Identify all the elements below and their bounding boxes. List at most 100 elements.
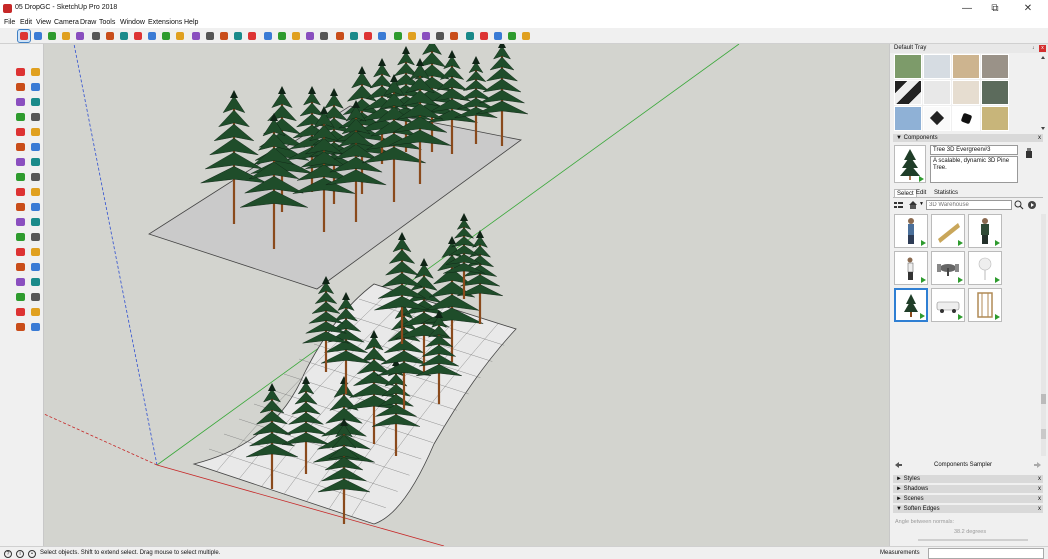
styles-panel-header[interactable]: ► Styles x: [893, 475, 1043, 483]
line-icon[interactable]: [14, 96, 27, 108]
material-swatch[interactable]: [923, 106, 951, 131]
position-camera-icon[interactable]: [14, 306, 27, 318]
sampler-eyedropper-icon[interactable]: [894, 461, 903, 470]
rotated-rectangle-icon[interactable]: [29, 111, 42, 123]
right-view-icon[interactable]: [492, 30, 504, 42]
pan-icon[interactable]: [262, 30, 274, 42]
details-arrow-icon[interactable]: [1027, 200, 1037, 210]
arc-icon[interactable]: [14, 141, 27, 153]
measurements-input[interactable]: [928, 548, 1044, 559]
follow-me-icon[interactable]: [29, 186, 42, 198]
material-swatch[interactable]: [894, 54, 922, 79]
component-cell[interactable]: [894, 214, 928, 248]
zoom-extents-icon[interactable]: [14, 291, 27, 303]
menu-help[interactable]: Help: [184, 18, 198, 28]
credits-icon[interactable]: i: [16, 550, 24, 558]
rotate-icon[interactable]: [14, 186, 27, 198]
search-icon[interactable]: [1014, 200, 1024, 210]
x-ray-icon[interactable]: [348, 30, 360, 42]
scene-canvas[interactable]: [44, 44, 889, 546]
select-icon[interactable]: [14, 66, 27, 78]
components-close-icon[interactable]: x: [1038, 134, 1041, 142]
menu-window[interactable]: Window: [120, 18, 145, 28]
previous-view-icon[interactable]: [318, 30, 330, 42]
zoom-icon[interactable]: [14, 276, 27, 288]
soften-edges-close-icon[interactable]: x: [1038, 505, 1041, 513]
polygon-icon[interactable]: [29, 126, 42, 138]
front-view-icon[interactable]: [478, 30, 490, 42]
scale-icon[interactable]: [14, 201, 27, 213]
eraser-icon[interactable]: [32, 30, 44, 42]
axes-icon[interactable]: [14, 246, 27, 258]
dimension-icon[interactable]: [218, 30, 230, 42]
move-icon[interactable]: [90, 30, 102, 42]
text-icon[interactable]: [29, 231, 42, 243]
component-cell[interactable]: [968, 214, 1002, 248]
material-swatch[interactable]: [981, 106, 1009, 131]
previous-icon[interactable]: [29, 291, 42, 303]
circle-icon[interactable]: [14, 126, 27, 138]
eraser-icon[interactable]: [29, 66, 42, 78]
look-around-icon[interactable]: [29, 306, 42, 318]
close-window-button[interactable]: ✕: [1016, 1, 1040, 16]
menu-view[interactable]: View: [36, 18, 51, 28]
pencil-icon[interactable]: [46, 30, 58, 42]
offset-icon[interactable]: [29, 201, 42, 213]
shapes-icon[interactable]: [60, 30, 72, 42]
push-pull-icon[interactable]: [74, 30, 86, 42]
material-swatch[interactable]: [952, 54, 980, 79]
soften-edges-panel-header[interactable]: ▼ Soften Edges x: [893, 505, 1043, 513]
material-swatch[interactable]: [894, 106, 922, 131]
tray-pin-icon[interactable]: ↓: [1032, 45, 1038, 52]
walk-icon[interactable]: [14, 321, 27, 333]
scale-icon[interactable]: [118, 30, 130, 42]
offset-icon[interactable]: [132, 30, 144, 42]
material-swatch[interactable]: [952, 106, 980, 131]
menu-tools[interactable]: Tools: [99, 18, 115, 28]
freehand-icon[interactable]: [29, 96, 42, 108]
home-icon[interactable]: [908, 200, 918, 210]
zoom-window-icon[interactable]: [304, 30, 316, 42]
component-cell[interactable]: [931, 288, 965, 322]
scroll-thumb[interactable]: [1041, 429, 1046, 439]
shadows-close-icon[interactable]: x: [1038, 485, 1041, 493]
top-view-icon[interactable]: [464, 30, 476, 42]
tape-measure-icon[interactable]: [14, 216, 27, 228]
shadows-panel-header[interactable]: ► Shadows x: [893, 485, 1043, 493]
maximize-button[interactable]: ⧉: [983, 1, 1007, 16]
two-point-arc-icon[interactable]: [29, 156, 42, 168]
rectangle-icon[interactable]: [14, 111, 27, 123]
material-swatch[interactable]: [981, 54, 1009, 79]
pan-icon[interactable]: [29, 261, 42, 273]
component-description-field[interactable]: A scalable, dynamic 3D Pine Tree.: [930, 156, 1018, 183]
scenes-panel-header[interactable]: ► Scenes x: [893, 495, 1043, 503]
component-browser-scrollbar[interactable]: [1041, 214, 1046, 456]
lasso-icon[interactable]: [29, 81, 42, 93]
menu-camera[interactable]: Camera: [54, 18, 79, 28]
components-panel-header[interactable]: ▼ Components x: [893, 134, 1043, 142]
component-cell[interactable]: [931, 214, 965, 248]
left-view-icon[interactable]: [520, 30, 532, 42]
soften-angle-slider[interactable]: [918, 539, 1028, 541]
warehouse-search-input[interactable]: [926, 200, 1012, 210]
material-swatch[interactable]: [952, 80, 980, 105]
material-swatch[interactable]: [894, 80, 922, 105]
material-swatch[interactable]: [923, 54, 951, 79]
styles-close-icon[interactable]: x: [1038, 475, 1041, 483]
axes-icon[interactable]: [204, 30, 216, 42]
paint-bucket-icon[interactable]: [14, 81, 27, 93]
sampler-arrow-icon[interactable]: [1033, 461, 1042, 470]
user-icon[interactable]: •: [28, 550, 36, 558]
materials-scrollbar[interactable]: [1040, 54, 1046, 132]
zoom-extents-icon[interactable]: [290, 30, 302, 42]
tab-edit[interactable]: Edit: [914, 189, 928, 197]
view-options-icon[interactable]: [894, 201, 904, 210]
hidden-line-icon[interactable]: [392, 30, 404, 42]
move-icon[interactable]: [14, 171, 27, 183]
tray-close-button[interactable]: x: [1039, 45, 1046, 52]
scenes-close-icon[interactable]: x: [1038, 495, 1041, 503]
scroll-thumb[interactable]: [1041, 394, 1046, 404]
pie-icon[interactable]: [29, 141, 42, 153]
dimension-icon[interactable]: [29, 216, 42, 228]
back-view-icon[interactable]: [506, 30, 518, 42]
